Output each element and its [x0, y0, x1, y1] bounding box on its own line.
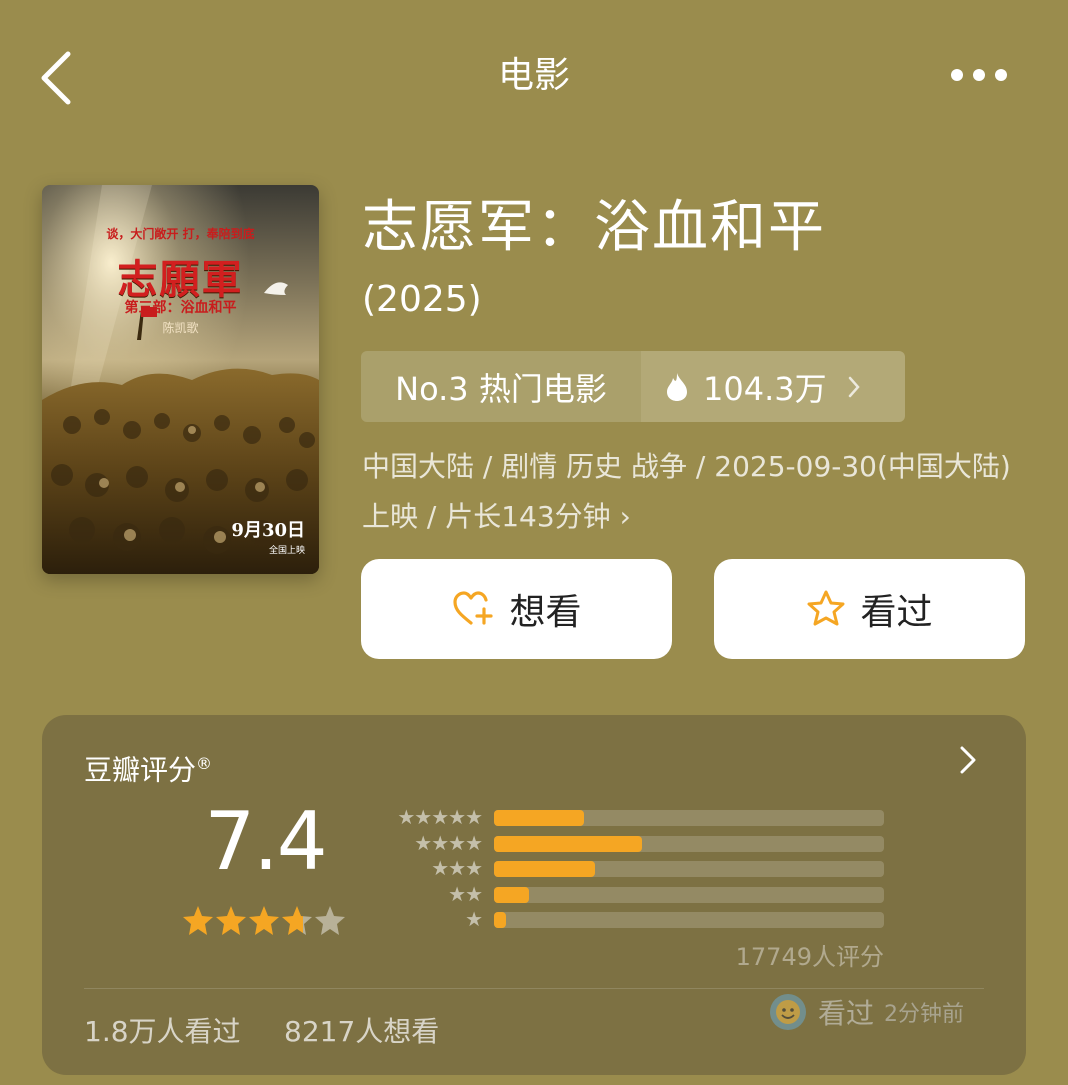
watched-button[interactable]: 看过: [714, 559, 1025, 659]
movie-year: (2025): [362, 279, 482, 320]
chevron-right-icon: [848, 376, 860, 397]
more-options-icon[interactable]: [944, 60, 1014, 90]
watched-label: 看过: [860, 592, 933, 633]
distribution-bar-track: [494, 886, 884, 903]
heart-plus-icon: [453, 591, 494, 625]
avatar: [770, 994, 806, 1030]
rating-star: [216, 906, 246, 935]
movie-poster[interactable]: 谈，大门敞开 打，奉陪到底 志願軍 第三部：浴血和平 陈凯歌 9月30日 全国上…: [42, 185, 319, 574]
distribution-stars: ★★: [448, 881, 483, 906]
distribution-bar-fill: [494, 835, 643, 852]
rating-stars: [183, 906, 345, 935]
flame-icon: [667, 372, 687, 401]
vote-count[interactable]: 17749人评分: [600, 940, 884, 974]
recent-activity: 看过 2分钟前: [768, 990, 964, 1034]
distribution-bar-track: [494, 912, 884, 928]
poster-release-date: 9月30日: [231, 520, 305, 541]
poster-subtitle: 第三部：浴血和平: [124, 300, 237, 316]
distribution-stars: ★★★★★: [397, 805, 483, 829]
want-to-watch-button[interactable]: 想看: [361, 559, 672, 659]
registered-mark: ®: [196, 754, 213, 773]
rating-star: [183, 906, 213, 935]
chevron-right-icon[interactable]: [954, 740, 984, 780]
rating-label: 豆瓣评分®: [84, 744, 212, 790]
recent-activity-time: 2分钟前: [884, 1002, 965, 1027]
distribution-stars: ★: [465, 907, 483, 931]
watched-count[interactable]: 1.8万人看过: [84, 1012, 241, 1052]
poster-release-note: 全国上映: [268, 546, 305, 556]
rating-label-text: 豆瓣评分: [84, 753, 197, 787]
poster-director: 陈凯歌: [162, 321, 199, 335]
page-title: 电影: [497, 55, 570, 96]
distribution-bar-fill: [494, 861, 596, 877]
want-count[interactable]: 8217人想看: [284, 1012, 439, 1052]
star-outline-icon: [807, 590, 845, 626]
rating-star: [315, 906, 345, 935]
rating-star: [249, 906, 279, 935]
heat-section[interactable]: 104.3万: [641, 351, 905, 422]
poster-tagline: 谈，大门敞开 打，奉陪到底: [106, 227, 255, 241]
rating-score: 7.4: [204, 795, 327, 888]
heat-value: 104.3万: [703, 369, 827, 408]
distribution-bar-fill: [494, 886, 530, 903]
divider: [84, 988, 984, 989]
distribution-bar-fill: [494, 810, 584, 826]
movie-meta[interactable]: 中国大陆 / 剧情 历史 战争 / 2025-09-30(中国大陆)上映 / 片…: [362, 442, 1032, 542]
distribution-bar-fill: [494, 912, 506, 928]
recent-activity-label: 看过: [818, 997, 875, 1030]
distribution-stars: ★★★★: [414, 830, 483, 855]
ranking-label[interactable]: No.3 热门电影: [361, 351, 641, 422]
movie-title: 志愿军：浴血和平: [362, 195, 826, 260]
ranking-bar[interactable]: No.3 热门电影 104.3万: [361, 351, 905, 422]
want-to-watch-label: 想看: [509, 592, 582, 633]
rating-star: [282, 906, 312, 935]
distribution-stars: ★★★: [431, 856, 483, 880]
